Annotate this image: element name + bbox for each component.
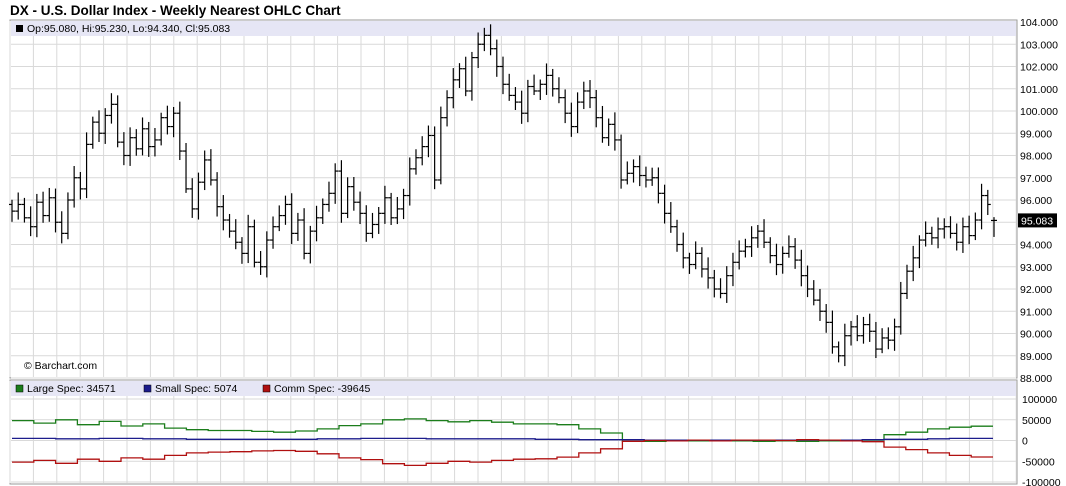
chart-title: DX - U.S. Dollar Index - Weekly Nearest …: [10, 3, 341, 18]
cot-legend-label: Large Spec: 34571: [27, 383, 116, 395]
price-y-tick-label: 90.000: [1020, 329, 1052, 341]
cot-legend-swatch: [143, 384, 152, 393]
price-y-tick-label: 98.000: [1020, 151, 1052, 163]
chart-root: DX - U.S. Dollar Index - Weekly Nearest …: [0, 0, 1066, 486]
price-y-tick-label: 94.000: [1020, 240, 1052, 252]
price-y-tick-label: 93.000: [1020, 262, 1052, 274]
price-y-tick-label: 103.000: [1020, 39, 1058, 51]
cot-y-tick-label: 100000: [1022, 394, 1057, 406]
cot-legend-swatch: [262, 384, 271, 393]
price-y-axis: 104.000 103.000 102.000 101.000 100.000 99.00…: [1018, 17, 1058, 385]
cot-y-tick-label: 50000: [1022, 415, 1051, 427]
cot-y-tick-label: 0: [1022, 436, 1028, 448]
price-y-tick-label: 101.000: [1020, 84, 1058, 96]
price-y-tick-label: 92.000: [1020, 284, 1052, 296]
price-y-tick-label: 91.000: [1020, 306, 1052, 318]
last-price-label: 95.083: [1021, 215, 1053, 227]
cot-y-axis: 100000 50000 0 -50000 -100000: [1022, 394, 1061, 486]
price-y-tick-label: 104.000: [1020, 17, 1058, 29]
cot-y-tick-label: -50000: [1022, 456, 1055, 468]
chart-svg: DX - U.S. Dollar Index - Weekly Nearest …: [9, 3, 1061, 486]
price-legend-text: Op:95.080, Hi:95.230, Lo:94.340, Cl:95.0…: [27, 23, 230, 35]
cot-legend: Large Spec: 34571 Small Spec: 5074 Comm Sp…: [15, 383, 370, 395]
cot-legend-label: Comm Spec: -39645: [274, 383, 370, 395]
price-y-tick-label: 97.000: [1020, 173, 1052, 185]
watermark: © Barchart.com: [24, 360, 97, 372]
price-y-tick-label: 100.000: [1020, 106, 1058, 118]
cot-legend-label: Small Spec: 5074: [155, 383, 237, 395]
price-y-tick-label: 89.000: [1020, 351, 1052, 363]
price-y-tick-label: 99.000: [1020, 128, 1052, 140]
price-y-tick-label: 88.000: [1020, 373, 1052, 385]
price-y-tick-label: 102.000: [1020, 62, 1058, 74]
price-y-tick-label: 96.000: [1020, 195, 1052, 207]
cot-y-tick-label: -100000: [1022, 477, 1061, 486]
price-legend-swatch: [16, 25, 23, 32]
cot-legend-swatch: [15, 384, 24, 393]
